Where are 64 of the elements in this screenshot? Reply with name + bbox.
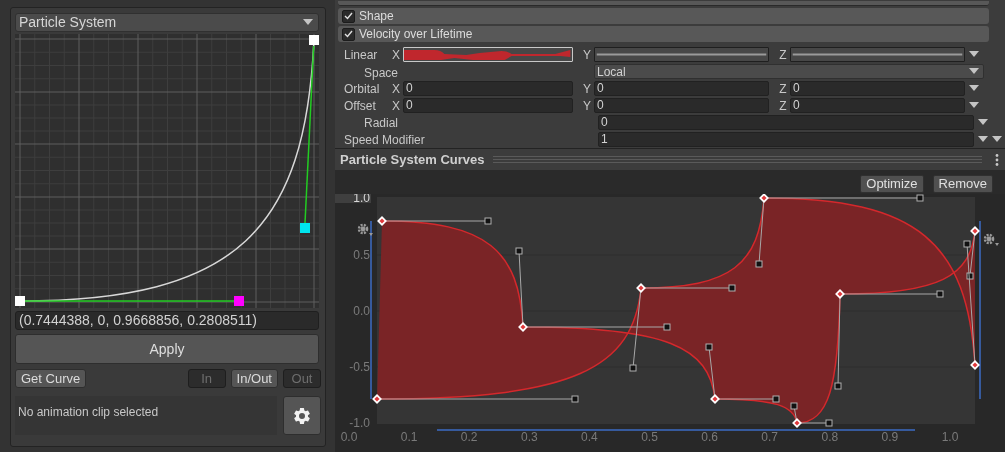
checkbox[interactable]	[342, 27, 355, 41]
property-label: Offset	[344, 97, 376, 115]
space-dropdown[interactable]: Local	[594, 64, 984, 79]
axis-label: X	[391, 46, 401, 64]
number-field[interactable]: 0	[594, 81, 769, 96]
x-axis-label: 0.2	[460, 430, 478, 444]
axis-label: Y	[582, 80, 592, 98]
number-field[interactable]: 0	[790, 81, 965, 96]
caret-icon[interactable]	[303, 19, 313, 26]
number-field[interactable]: 1	[598, 132, 974, 147]
settings-icon	[292, 405, 312, 426]
property-label: Speed Modifier	[344, 131, 425, 149]
gear-icon[interactable]	[983, 233, 999, 246]
number-field[interactable]: 0	[598, 115, 974, 130]
axis-label: X	[391, 80, 401, 98]
toolbar-button[interactable]: Optimize	[860, 175, 924, 193]
property-label: Space	[363, 65, 399, 80]
curve-preview-icon	[404, 48, 572, 61]
curve-value-field[interactable]: (0.7444388, 0, 0.9668856, 0.2808511)	[15, 311, 319, 330]
y-axis-label: -0.5	[349, 360, 370, 374]
x-axis-label: 0.3	[520, 430, 538, 444]
property-label: Linear	[344, 46, 378, 64]
y-axis-label: 1.0	[353, 194, 370, 205]
module-header[interactable]: Shape	[338, 8, 989, 24]
axis-label: Z	[778, 97, 788, 115]
y-axis-label: 0.5	[353, 248, 370, 262]
toolbar-button[interactable]: Remove	[932, 175, 993, 193]
curve-field[interactable]	[594, 47, 769, 62]
number-field[interactable]: 0	[790, 98, 965, 113]
source-dropdown[interactable]: Particle System	[15, 13, 319, 32]
checkbox[interactable]	[342, 9, 355, 23]
tangent-mode-button[interactable]: In/Out	[230, 369, 278, 388]
x-axis-label: 0.8	[821, 430, 839, 444]
axis-label: Y	[582, 97, 592, 115]
y-axis-label: 0.0	[353, 304, 370, 318]
x-axis-label: 0.0	[340, 430, 358, 444]
module-header[interactable]: Velocity over Lifetime	[338, 26, 989, 42]
axis-label: Z	[778, 80, 788, 98]
property-label: Radial	[363, 114, 399, 132]
property-label: Orbital	[344, 80, 380, 98]
x-axis-label: 0.6	[701, 430, 718, 444]
x-axis-label: 0.7	[761, 430, 779, 444]
axis-label: Z	[778, 46, 788, 64]
curve-drawing[interactable]	[372, 194, 980, 428]
x-axis-label: 0.4	[581, 430, 598, 444]
get-curve-button[interactable]: Get Curve	[15, 369, 87, 388]
x-axis-label: 0.1	[400, 430, 418, 444]
settings-button[interactable]	[283, 396, 321, 435]
tangent-handle[interactable]	[300, 45, 315, 233]
x-axis-label: 1.0	[941, 430, 959, 444]
y-axis-label: -1.0	[349, 416, 370, 430]
axis-label: X	[391, 97, 401, 115]
number-field[interactable]: 0	[403, 98, 573, 113]
x-axis-label: 0.9	[881, 430, 899, 444]
gear-icon[interactable]	[357, 223, 373, 236]
axis-label: Y	[582, 46, 592, 64]
curve-field[interactable]	[790, 47, 965, 62]
apply-button[interactable]: Apply	[15, 334, 319, 364]
x-axis-label: 0.5	[641, 430, 658, 444]
number-field[interactable]: 0	[594, 98, 769, 113]
panel-title: Particle System Curves	[340, 150, 485, 169]
number-field[interactable]: 0	[403, 81, 573, 96]
tangent-handle[interactable]	[24, 296, 244, 306]
status-text: No animation clip selected	[18, 405, 159, 419]
